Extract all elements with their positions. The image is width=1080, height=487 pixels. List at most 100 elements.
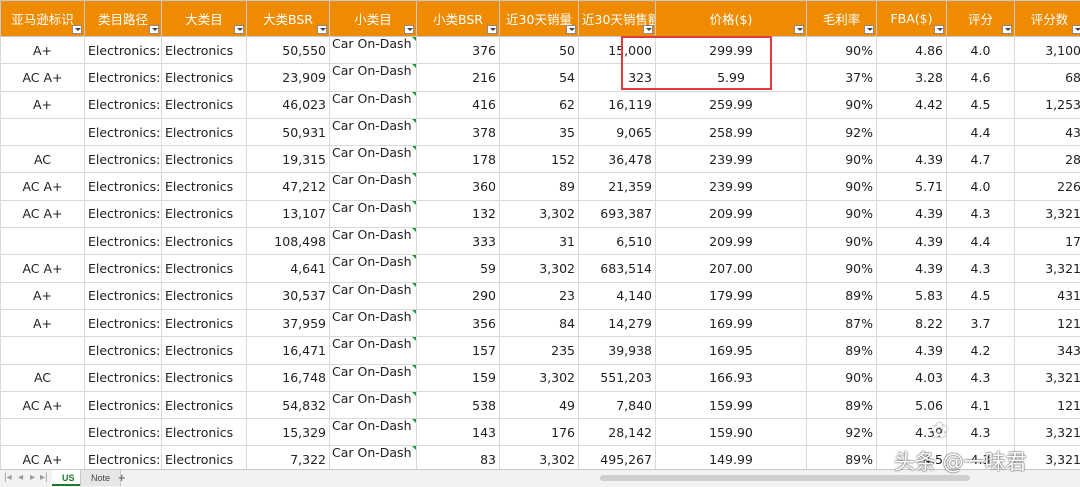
- cell-bsr[interactable]: 47,212: [247, 173, 330, 200]
- cell-mark[interactable]: [1, 337, 85, 364]
- cell-margin[interactable]: 90%: [807, 255, 877, 282]
- last-sheet-icon[interactable]: ▸|: [40, 472, 48, 483]
- filter-dropdown-icon[interactable]: [934, 25, 944, 34]
- cell-rev[interactable]: 323: [579, 64, 656, 91]
- cell-sales[interactable]: 3,302: [500, 446, 579, 469]
- cell-cat[interactable]: Electronics: [162, 337, 247, 364]
- cell-path[interactable]: Electronics:Ca: [85, 118, 162, 145]
- cell-sales[interactable]: 23: [500, 282, 579, 309]
- cell-cat[interactable]: Electronics: [162, 282, 247, 309]
- cell-fba[interactable]: 5.83: [877, 282, 947, 309]
- cell-price[interactable]: 299.99: [656, 37, 807, 64]
- cell-rev[interactable]: 495,267: [579, 446, 656, 469]
- cell-sub[interactable]: Car On-Dash Mounted: [330, 64, 417, 91]
- cell-rev[interactable]: 21,359: [579, 173, 656, 200]
- cell-mark[interactable]: [1, 419, 85, 446]
- filter-dropdown-icon[interactable]: [643, 25, 653, 34]
- cell-margin[interactable]: 90%: [807, 146, 877, 173]
- cell-margin[interactable]: 37%: [807, 64, 877, 91]
- cell-sub[interactable]: Car On-Dash Mounted: [330, 446, 417, 469]
- cell-sales[interactable]: 31: [500, 228, 579, 255]
- cell-path[interactable]: Electronics:Ca: [85, 37, 162, 64]
- cell-fba[interactable]: 5.06: [877, 391, 947, 418]
- cell-sales[interactable]: 235: [500, 337, 579, 364]
- cell-price[interactable]: 166.93: [656, 364, 807, 391]
- cell-path[interactable]: Electronics:Ca: [85, 391, 162, 418]
- cell-rev[interactable]: 16,119: [579, 91, 656, 118]
- cell-rev[interactable]: 9,065: [579, 118, 656, 145]
- cell-sbsr[interactable]: 216: [417, 64, 500, 91]
- cell-price[interactable]: 149.99: [656, 446, 807, 469]
- cell-sbsr[interactable]: 538: [417, 391, 500, 418]
- cell-price[interactable]: 5.99: [656, 64, 807, 91]
- cell-sales[interactable]: 3,302: [500, 200, 579, 227]
- cell-cat[interactable]: Electronics: [162, 309, 247, 336]
- cell-price[interactable]: 239.99: [656, 173, 807, 200]
- cell-rating[interactable]: 4.4: [947, 118, 1015, 145]
- cell-sub[interactable]: Car On-Dash Mounted: [330, 118, 417, 145]
- cell-sales[interactable]: 152: [500, 146, 579, 173]
- tab-note[interactable]: Note: [80, 470, 121, 486]
- filter-dropdown-icon[interactable]: [72, 25, 82, 34]
- cell-price[interactable]: 159.99: [656, 391, 807, 418]
- cell-bsr[interactable]: 15,329: [247, 419, 330, 446]
- filter-dropdown-icon[interactable]: [794, 25, 804, 34]
- cell-cat[interactable]: Electronics: [162, 91, 247, 118]
- cell-count[interactable]: 121: [1015, 391, 1080, 418]
- filter-dropdown-icon[interactable]: [566, 25, 576, 34]
- cell-count[interactable]: 17: [1015, 228, 1080, 255]
- cell-rating[interactable]: 4.5: [947, 282, 1015, 309]
- cell-count[interactable]: 3,321: [1015, 364, 1080, 391]
- cell-fba[interactable]: 4.39: [877, 146, 947, 173]
- column-header-1[interactable]: 类目路径: [85, 1, 162, 37]
- cell-margin[interactable]: 90%: [807, 37, 877, 64]
- cell-cat[interactable]: Electronics: [162, 118, 247, 145]
- cell-margin[interactable]: 90%: [807, 91, 877, 118]
- cell-rev[interactable]: 551,203: [579, 364, 656, 391]
- cell-margin[interactable]: 90%: [807, 228, 877, 255]
- cell-mark[interactable]: AC A+: [1, 200, 85, 227]
- cell-rating[interactable]: 4.3: [947, 200, 1015, 227]
- cell-count[interactable]: 3,321: [1015, 419, 1080, 446]
- cell-cat[interactable]: Electronics: [162, 228, 247, 255]
- cell-mark[interactable]: A+: [1, 309, 85, 336]
- cell-margin[interactable]: 92%: [807, 419, 877, 446]
- cell-count[interactable]: 431: [1015, 282, 1080, 309]
- cell-sbsr[interactable]: 143: [417, 419, 500, 446]
- cell-price[interactable]: 169.95: [656, 337, 807, 364]
- cell-bsr[interactable]: 19,315: [247, 146, 330, 173]
- cell-cat[interactable]: Electronics: [162, 446, 247, 469]
- column-header-11[interactable]: 评分: [947, 1, 1015, 37]
- filter-dropdown-icon[interactable]: [317, 25, 327, 34]
- cell-mark[interactable]: A+: [1, 282, 85, 309]
- cell-sbsr[interactable]: 132: [417, 200, 500, 227]
- cell-cat[interactable]: Electronics: [162, 255, 247, 282]
- cell-rating[interactable]: 4.3: [947, 419, 1015, 446]
- cell-price[interactable]: 259.99: [656, 91, 807, 118]
- cell-mark[interactable]: AC A+: [1, 64, 85, 91]
- cell-cat[interactable]: Electronics: [162, 200, 247, 227]
- cell-rev[interactable]: 7,840: [579, 391, 656, 418]
- first-sheet-icon[interactable]: |◂: [4, 472, 12, 483]
- cell-fba[interactable]: 4.42: [877, 91, 947, 118]
- column-header-9[interactable]: 毛利率: [807, 1, 877, 37]
- cell-cat[interactable]: Electronics: [162, 64, 247, 91]
- prev-sheet-icon[interactable]: ◂: [18, 472, 23, 483]
- cell-count[interactable]: 68: [1015, 64, 1080, 91]
- column-header-7[interactable]: 近30天销售额($): [579, 1, 656, 37]
- cell-path[interactable]: Electronics:Ca: [85, 173, 162, 200]
- column-header-6[interactable]: 近30天销量: [500, 1, 579, 37]
- cell-rev[interactable]: 693,387: [579, 200, 656, 227]
- cell-sales[interactable]: 35: [500, 118, 579, 145]
- filter-dropdown-icon[interactable]: [1072, 25, 1080, 34]
- cell-sbsr[interactable]: 83: [417, 446, 500, 469]
- cell-rating[interactable]: 4.3: [947, 255, 1015, 282]
- cell-count[interactable]: 3,100: [1015, 37, 1080, 64]
- cell-sub[interactable]: Car On-Dash Mounted: [330, 255, 417, 282]
- cell-rating[interactable]: 4.5: [947, 91, 1015, 118]
- cell-rating[interactable]: 4.6: [947, 64, 1015, 91]
- cell-rev[interactable]: 4,140: [579, 282, 656, 309]
- cell-sub[interactable]: Car On-Dash Mounted: [330, 419, 417, 446]
- cell-sales[interactable]: 176: [500, 419, 579, 446]
- cell-sales[interactable]: 3,302: [500, 255, 579, 282]
